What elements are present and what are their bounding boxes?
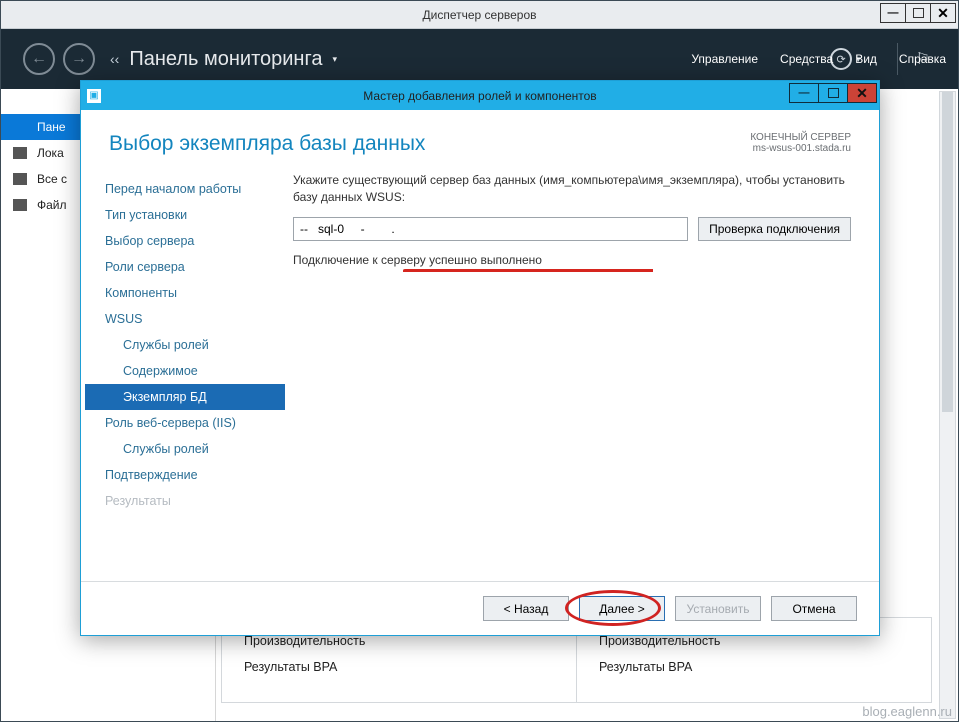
step-before[interactable]: Перед началом работы: [85, 176, 285, 202]
dashboard-icon: [13, 121, 27, 133]
servers-icon: [13, 173, 27, 185]
step-db-instance[interactable]: Экземпляр БД: [85, 384, 285, 410]
annotation-underline: [403, 269, 653, 272]
sm-maximize-button[interactable]: [905, 3, 931, 23]
server-icon: [13, 147, 27, 159]
wizard-maximize-button[interactable]: [818, 83, 848, 103]
step-server-roles[interactable]: Роли сервера: [85, 254, 285, 280]
step-iis[interactable]: Роль веб-сервера (IIS): [85, 410, 285, 436]
menu-help[interactable]: Справка: [899, 52, 946, 66]
next-button[interactable]: Далее >: [579, 596, 665, 621]
wizard-title: Мастер добавления ролей и компонентов: [363, 89, 596, 103]
back-button[interactable]: < Назад: [483, 596, 569, 621]
step-results: Результаты: [85, 488, 285, 514]
check-connection-button[interactable]: Проверка подключения: [698, 217, 851, 241]
nav-back-button[interactable]: ←: [23, 43, 55, 75]
step-wsus-roles[interactable]: Службы ролей: [85, 332, 285, 358]
sm-scrollbar[interactable]: [939, 91, 956, 719]
connection-status: Подключение к серверу успешно выполнено: [293, 253, 851, 267]
step-confirm[interactable]: Подтверждение: [85, 462, 285, 488]
breadcrumb[interactable]: ‹‹ Панель мониторинга ▾: [110, 48, 337, 71]
wizard-nav: Перед началом работы Тип установки Выбор…: [85, 172, 285, 581]
watermark: blog.eaglenn.ru: [862, 704, 952, 719]
wizard-footer: < Назад Далее > Установить Отмена: [81, 581, 879, 635]
step-wsus[interactable]: WSUS: [85, 306, 285, 332]
file-icon: [13, 199, 27, 211]
db-server-input[interactable]: [293, 217, 688, 241]
chevron-left-icon: ‹‹: [110, 51, 119, 67]
tile-bpa[interactable]: Результаты BPA: [599, 654, 909, 680]
wizard-icon: ▣: [87, 89, 101, 103]
wizard-close-button[interactable]: ✕: [847, 83, 877, 103]
nav-forward-button[interactable]: →: [63, 43, 95, 75]
sm-minimize-button[interactable]: —: [880, 3, 906, 23]
step-content[interactable]: Содержимое: [85, 358, 285, 384]
install-button: Установить: [675, 596, 761, 621]
page-title: Выбор экземпляра базы данных: [109, 132, 425, 156]
instruction-text: Укажите существующий сервер баз данных (…: [293, 172, 851, 207]
menu-view[interactable]: Вид: [855, 52, 877, 66]
menu-tools[interactable]: Средства: [780, 52, 833, 66]
wizard-minimize-button[interactable]: —: [789, 83, 819, 103]
step-features[interactable]: Компоненты: [85, 280, 285, 306]
sm-titlebar: Диспетчер серверов — ✕: [1, 1, 958, 29]
step-type[interactable]: Тип установки: [85, 202, 285, 228]
step-iis-roles[interactable]: Службы ролей: [85, 436, 285, 462]
sm-window-title: Диспетчер серверов: [422, 8, 536, 22]
cancel-button[interactable]: Отмена: [771, 596, 857, 621]
wizard-titlebar: ▣ Мастер добавления ролей и компонентов …: [81, 81, 879, 110]
sm-close-button[interactable]: ✕: [930, 3, 956, 23]
breadcrumb-label: Панель мониторинга: [129, 48, 322, 71]
chevron-down-icon: ▾: [332, 54, 337, 65]
step-server[interactable]: Выбор сервера: [85, 228, 285, 254]
menu-manage[interactable]: Управление: [691, 52, 758, 66]
destination-server: КОНЕЧНЫЙ СЕРВЕР ms-wsus-001.stada.ru: [750, 132, 851, 154]
tile-bpa[interactable]: Результаты BPA: [244, 654, 554, 680]
add-roles-wizard: ▣ Мастер добавления ролей и компонентов …: [80, 80, 880, 636]
